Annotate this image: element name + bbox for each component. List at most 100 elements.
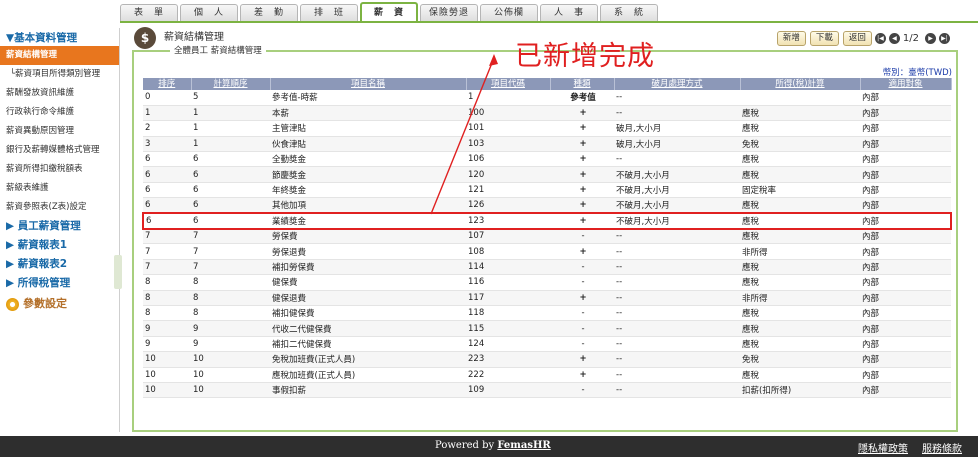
table-cell: 年終獎金	[270, 182, 466, 199]
table-cell: 應稅	[740, 197, 860, 214]
table-cell: 6	[191, 166, 270, 183]
table-row[interactable]: 6 6 節慶獎金 120 + 不破月,大小月 應稅 內部	[143, 166, 951, 183]
sidebar-collapse-handle[interactable]	[114, 255, 122, 289]
table-cell: 6	[143, 166, 191, 183]
table-cell: 內部	[860, 136, 951, 153]
table-cell: 1	[191, 136, 270, 153]
table-cell: 1	[191, 120, 270, 137]
table-cell: 123	[466, 212, 550, 230]
table-cell: 內部	[860, 336, 951, 353]
table-row[interactable]: 1 1 本薪 100 + -- 應稅 內部	[143, 105, 951, 122]
page-indicator: 1/2	[902, 33, 919, 44]
table-row[interactable]: 0 5 參考值-時薪 1 參考值 -- 內部	[143, 90, 951, 106]
table-cell: 120	[466, 166, 550, 183]
table-cell: 0	[143, 90, 191, 106]
tab-forms[interactable]: 表 單	[120, 4, 178, 22]
last-page-icon[interactable]: ▶|	[939, 33, 950, 44]
table-cell: 9	[191, 336, 270, 353]
sidebar-item-withholding-table[interactable]: 薪資所得扣繳稅額表	[0, 160, 119, 179]
tab-scheduling[interactable]: 排 班	[300, 4, 358, 22]
table-cell: 免稅	[740, 136, 860, 153]
tab-hr[interactable]: 人 事	[540, 4, 598, 22]
tab-personal[interactable]: 個 人	[180, 4, 238, 22]
table-row[interactable]: 6 6 全勤獎金 106 + -- 應稅 內部	[143, 151, 951, 168]
sidebar-group-income-tax[interactable]: ▶ 所得稅管理	[0, 274, 119, 293]
first-page-icon[interactable]: |◀	[874, 33, 886, 44]
table-cell: 223	[466, 351, 550, 368]
column-header[interactable]: 種類	[550, 78, 615, 90]
table-cell: -	[550, 259, 614, 276]
table-row[interactable]: 2 1 主管津貼 101 + 破月,大小月 應稅 內部	[143, 120, 951, 137]
table-cell: +	[550, 197, 614, 214]
sidebar-item-salary-structure[interactable]: 薪資結構管理	[0, 46, 119, 65]
tab-payroll[interactable]: 薪 資	[360, 2, 418, 22]
table-row[interactable]: 7 7 補扣勞保費 114- -- 應稅 內部	[143, 259, 951, 276]
sidebar-item-payment-info[interactable]: 薪酬發放資訊維護	[0, 84, 119, 103]
table-cell: 固定稅率	[740, 182, 860, 199]
column-header[interactable]: 計算順序	[191, 78, 271, 90]
sidebar-item-salary-grade[interactable]: 薪級表維護	[0, 179, 119, 198]
back-button[interactable]: 返回	[842, 31, 872, 46]
terms-of-service-link[interactable]: 服務條款	[922, 440, 962, 455]
prev-page-icon[interactable]: ◀	[888, 33, 900, 44]
privacy-policy-link[interactable]: 隱私權政策	[858, 440, 908, 455]
sidebar-item-enforcement-order[interactable]: 行政執行命令維護	[0, 103, 119, 122]
table-cell: 222	[466, 367, 550, 383]
add-button[interactable]: 新增	[776, 31, 806, 46]
table-cell: 參考值-時薪	[270, 90, 466, 106]
sidebar-group-report-1[interactable]: ▶ 薪資報表1	[0, 236, 119, 255]
sidebar-parameter-settings[interactable]: 參數設定	[0, 293, 119, 315]
table-row[interactable]: 8 8 健保退費 117 + -- 非所得 內部	[143, 290, 951, 306]
sidebar-section-basic-data[interactable]: ▼基本資料管理	[0, 28, 119, 46]
table-cell: 內部	[860, 290, 951, 306]
table-row[interactable]: 7 7 勞保退費 108 + -- 非所得 內部	[143, 243, 951, 260]
table-row[interactable]: 6 6 業績獎金 123 + 不破月,大小月 應稅 內部	[142, 212, 952, 230]
table-row[interactable]: 9 9 補扣二代健保費 124- -- 應稅 內部	[143, 336, 951, 353]
table-cell: --	[614, 305, 740, 322]
table-cell: 節慶獎金	[270, 166, 466, 183]
next-page-icon[interactable]: ▶	[925, 33, 936, 44]
table-cell: -	[550, 305, 614, 322]
sidebar-group-report-2[interactable]: ▶ 薪資報表2	[0, 255, 119, 274]
column-header[interactable]: 破月處理方式	[614, 78, 741, 90]
column-header[interactable]: 項目代碼	[466, 78, 551, 90]
table-cell: 115	[466, 320, 550, 337]
column-header[interactable]: 項目名稱	[270, 78, 467, 90]
table-cell: 內部	[860, 382, 951, 399]
table-cell: 補扣勞保費	[270, 259, 466, 276]
table-row[interactable]: 8 8 補扣健保費 118- -- 應稅 內部	[143, 305, 951, 322]
table-cell: -	[550, 382, 614, 399]
parameter-settings-label: 參數設定	[23, 297, 67, 310]
table-row[interactable]: 3 1 伙食津貼 103 + 破月,大小月 免稅 內部	[143, 136, 951, 153]
table-cell: 100	[466, 105, 550, 122]
table-row[interactable]: 9 9 代收二代健保費 115- -- 應稅 內部	[143, 320, 951, 337]
table-row[interactable]: 10 10 事假扣薪 109- -- 扣薪(扣所得) 內部	[143, 382, 951, 399]
table-cell: 內部	[860, 305, 951, 322]
table-row[interactable]: 10 10 應稅加班費(正式人員) 222 + -- 應稅 內部	[143, 367, 951, 383]
tab-system[interactable]: 系 統	[600, 4, 658, 22]
sidebar-item-bank-format[interactable]: 銀行及薪轉媒體格式管理	[0, 141, 119, 160]
table-cell: 114	[466, 259, 550, 276]
sidebar-item-change-reason[interactable]: 薪資異動原因管理	[0, 122, 119, 141]
tab-bulletin[interactable]: 公佈欄	[480, 4, 538, 22]
table-row[interactable]: 6 6 其他加項 126 + 不破月,大小月 應稅 內部	[143, 197, 951, 214]
table-cell: 6	[143, 151, 191, 168]
download-button[interactable]: 下載	[809, 31, 839, 46]
table-row[interactable]: 8 8 健保費 116- -- 應稅 內部	[143, 274, 951, 291]
table-row[interactable]: 6 6 年終獎金 121 + 不破月,大小月 固定稅率 內部	[143, 182, 951, 199]
femashr-link[interactable]: FemasHR	[497, 440, 550, 451]
tab-attendance[interactable]: 差 勤	[240, 4, 298, 22]
table-cell: --	[614, 320, 740, 337]
sidebar-item-income-category[interactable]: └薪資項目所得類別管理	[0, 65, 119, 84]
tab-insurance[interactable]: 保險勞退	[420, 4, 478, 22]
table-cell: 本薪	[270, 105, 466, 122]
table-cell: 101	[466, 120, 550, 137]
table-cell: 6	[142, 212, 191, 230]
table-row[interactable]: 10 10 免稅加班費(正式人員) 223 + -- 免稅 內部	[143, 351, 951, 368]
table-row[interactable]: 7 7 勞保費 107- -- 應稅 內部	[143, 228, 951, 245]
column-header[interactable]: 排序	[143, 78, 192, 90]
column-header[interactable]: 所得(稅)計算	[740, 78, 861, 90]
column-header[interactable]: 適用對象	[860, 78, 952, 90]
sidebar-item-z-table[interactable]: 薪資參照表(Z表)設定	[0, 198, 119, 217]
sidebar-group-employee-salary[interactable]: ▶ 員工薪資管理	[0, 217, 119, 236]
